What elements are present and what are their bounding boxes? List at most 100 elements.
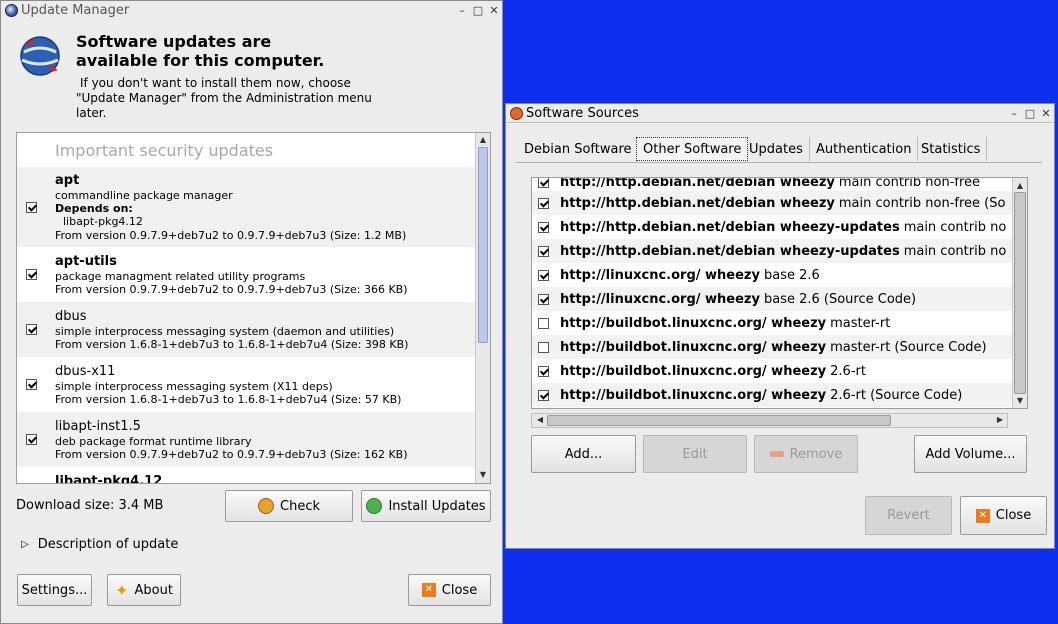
item-name: dbus-x11	[55, 364, 116, 379]
revert-button[interactable]: Revert	[865, 496, 952, 535]
source-url: http://http.debian.net/debian wheezy	[560, 177, 835, 190]
software-sources-titlebar[interactable]: Software Sources – □ ✕	[506, 104, 1054, 122]
source-row[interactable]: http://linuxcnc.org/ wheezy base 2.6	[532, 263, 1012, 287]
source-components: 2.6-rt (Source Code)	[830, 387, 963, 403]
source-checkbox[interactable]	[538, 178, 549, 188]
remove-icon	[769, 451, 784, 457]
list-item[interactable]: dbus simple interprocess messaging syste…	[17, 302, 475, 357]
source-checkbox[interactable]	[538, 365, 549, 377]
source-row[interactable]: http://http.debian.net/debian wheezy main…	[532, 191, 1012, 215]
tab-statistics[interactable]: Statistics	[915, 137, 988, 161]
scroll-down-icon[interactable]: ▼	[476, 470, 490, 479]
remove-source-button[interactable]: Remove	[754, 435, 858, 473]
maximize-icon[interactable]: □	[1022, 107, 1038, 120]
add-volume-button[interactable]: Add Volume...	[914, 435, 1027, 473]
item-name: apt	[55, 173, 80, 188]
close-icon[interactable]: ✕	[486, 4, 502, 17]
sources-horizontal-scrollbar[interactable]: ◀ ▶	[531, 413, 1008, 428]
updates-scrollbar[interactable]: ▲ ▼	[475, 133, 490, 483]
sources-close-button[interactable]: ✕ Close	[960, 496, 1047, 535]
source-components: main contrib non-free	[838, 177, 981, 190]
source-row[interactable]: http://http.debian.net/debian wheezy-upd…	[532, 239, 1012, 263]
scroll-down-icon[interactable]: ▼	[1013, 396, 1027, 405]
item-version: From version 0.9.7.9+deb7u2 to 0.9.7.9+d…	[55, 229, 407, 242]
tab-authentication[interactable]: Authentication	[810, 137, 919, 161]
maximize-icon[interactable]: □	[470, 4, 486, 17]
close-button[interactable]: ✕ Close	[408, 574, 491, 606]
horizontal-scroll-thumb[interactable]	[547, 415, 891, 426]
item-version: From version 1.6.8-1+deb7u3 to 1.6.8-1+d…	[55, 393, 402, 406]
source-checkbox[interactable]	[538, 221, 549, 233]
scroll-left-icon[interactable]: ◀	[534, 415, 546, 424]
install-updates-button[interactable]: Install Updates	[361, 490, 491, 522]
source-components: master-rt	[830, 315, 891, 331]
tab-debian-software[interactable]: Debian Software	[518, 137, 639, 161]
source-checkbox[interactable]	[538, 389, 549, 401]
source-url: http://linuxcnc.org/ wheezy	[560, 267, 760, 283]
source-row[interactable]: http://http.debian.net/debian wheezy-upd…	[532, 215, 1012, 239]
source-components: main contrib non-free (So	[838, 195, 1006, 211]
source-row[interactable]: http://buildbot.linuxcnc.org/ wheezy 2.6-…	[532, 383, 1012, 407]
update-manager-titlebar[interactable]: Update Manager – □ ✕	[1, 1, 502, 19]
source-checkbox[interactable]	[538, 293, 549, 305]
source-url: http://buildbot.linuxcnc.org/ wheezy	[560, 339, 827, 355]
source-checkbox[interactable]	[538, 245, 549, 257]
tab-updates[interactable]: Updates	[743, 137, 810, 161]
close-label: Close	[995, 508, 1032, 523]
minimize-icon[interactable]: –	[454, 4, 470, 17]
source-url: http://buildbot.linuxcnc.org/ wheezy	[560, 363, 827, 379]
sources-list[interactable]: http://http.debian.net/debian wheezy main…	[531, 177, 1028, 409]
item-description: commandline package manager	[55, 189, 233, 202]
install-label: Install Updates	[388, 498, 486, 514]
source-url: http://linuxcnc.org/ wheezy	[560, 291, 760, 307]
check-icon	[258, 498, 274, 514]
source-components: base 2.6	[763, 267, 820, 283]
sources-vertical-scrollbar[interactable]: ▲ ▼	[1012, 178, 1027, 408]
item-name: libapt-pkg4.12	[55, 474, 163, 484]
about-button[interactable]: ✦ About	[107, 574, 181, 606]
settings-button[interactable]: Settings...	[17, 574, 92, 606]
source-checkbox[interactable]	[538, 197, 549, 209]
item-checkbox[interactable]	[26, 434, 37, 445]
list-item[interactable]: dbus-x11 simple interprocess messaging s…	[17, 357, 475, 412]
list-item[interactable]: libapt-pkg4.12	[17, 467, 475, 484]
heading-line-1: Software updates are	[76, 32, 272, 51]
source-row[interactable]: http://linuxcnc.org/ wheezy base 2.6 (Sou…	[532, 287, 1012, 311]
item-checkbox[interactable]	[26, 379, 37, 390]
close-icon[interactable]: ✕	[1038, 107, 1054, 120]
scroll-right-icon[interactable]: ▶	[994, 415, 1006, 424]
add-source-button[interactable]: Add...	[531, 435, 636, 473]
source-checkbox[interactable]	[538, 317, 549, 329]
list-item[interactable]: apt commandline package manager Depends …	[17, 167, 475, 247]
source-checkbox[interactable]	[538, 269, 549, 281]
item-checkbox[interactable]	[26, 202, 37, 213]
item-version: From version 0.9.7.9+deb7u2 to 0.9.7.9+d…	[55, 283, 408, 296]
scroll-up-icon[interactable]: ▲	[1013, 181, 1027, 190]
list-item[interactable]: apt-utils package managment related util…	[17, 247, 475, 302]
item-checkbox[interactable]	[26, 269, 37, 280]
edit-source-button[interactable]: Edit	[643, 435, 747, 473]
scroll-thumb[interactable]	[478, 147, 488, 343]
source-row[interactable]: http://buildbot.linuxcnc.org/ wheezy 2.6-…	[532, 359, 1012, 383]
tab-panel-border	[516, 162, 1042, 163]
add-label: Add...	[564, 446, 603, 462]
source-components: main contrib no	[903, 219, 1007, 235]
check-button[interactable]: Check	[225, 490, 353, 522]
scroll-thumb[interactable]	[1014, 192, 1026, 394]
source-checkbox[interactable]	[538, 341, 549, 353]
star-icon: ✦	[115, 580, 129, 600]
subtext-line-2: "Update Manager" from the Administration…	[76, 91, 372, 105]
source-url: http://http.debian.net/debian wheezy	[560, 195, 835, 211]
tab-other-software[interactable]: Other Software	[636, 137, 749, 161]
updates-list[interactable]: Important security updates apt commandli…	[16, 132, 491, 484]
download-size: Download size: 3.4 MB	[16, 498, 164, 513]
close-icon: ✕	[975, 508, 990, 523]
source-row[interactable]: http://buildbot.linuxcnc.org/ wheezy mast…	[532, 335, 1012, 359]
item-checkbox[interactable]	[26, 324, 37, 335]
minimize-icon[interactable]: –	[1006, 107, 1022, 120]
description-expander[interactable]: ▷ Description of update	[21, 537, 178, 552]
source-row[interactable]: http://buildbot.linuxcnc.org/ wheezy mast…	[532, 311, 1012, 335]
scroll-up-icon[interactable]: ▲	[476, 135, 490, 144]
list-item[interactable]: libapt-inst1.5 deb package format runtim…	[17, 412, 475, 467]
item-depends-label: Depends on:	[55, 202, 133, 215]
